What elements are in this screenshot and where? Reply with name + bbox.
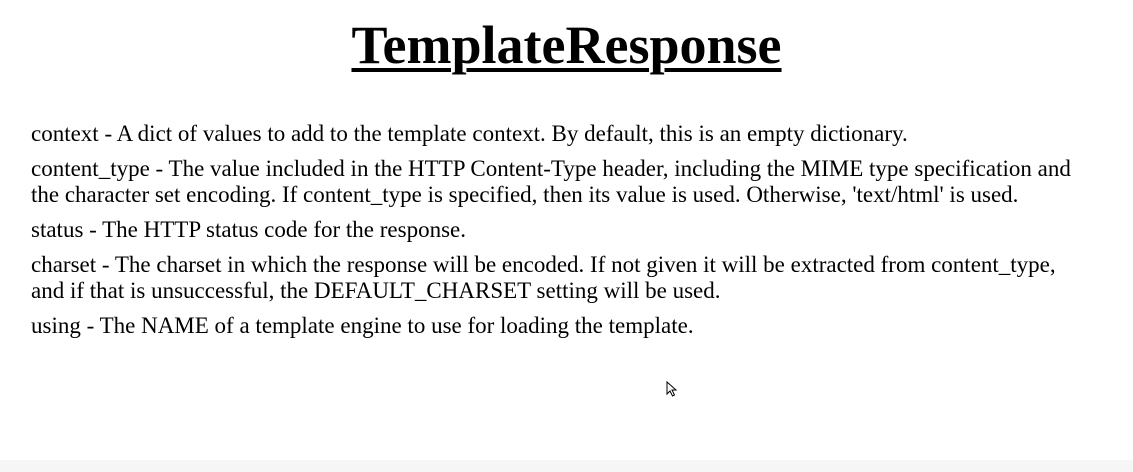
page-title: TemplateResponse <box>351 15 782 75</box>
param-status: status - The HTTP status code for the re… <box>31 217 466 242</box>
param-context: context - A dict of values to add to the… <box>31 121 908 146</box>
bottom-scroll-band <box>0 460 1133 472</box>
param-using: using - The NAME of a template engine to… <box>31 313 694 338</box>
parameter-list: context - A dict of values to add to the… <box>31 121 1071 348</box>
arrow-cursor-icon <box>666 381 678 397</box>
param-content-type: content_type - The value included in the… <box>31 156 1071 207</box>
param-charset: charset - The charset in which the respo… <box>31 252 1056 303</box>
